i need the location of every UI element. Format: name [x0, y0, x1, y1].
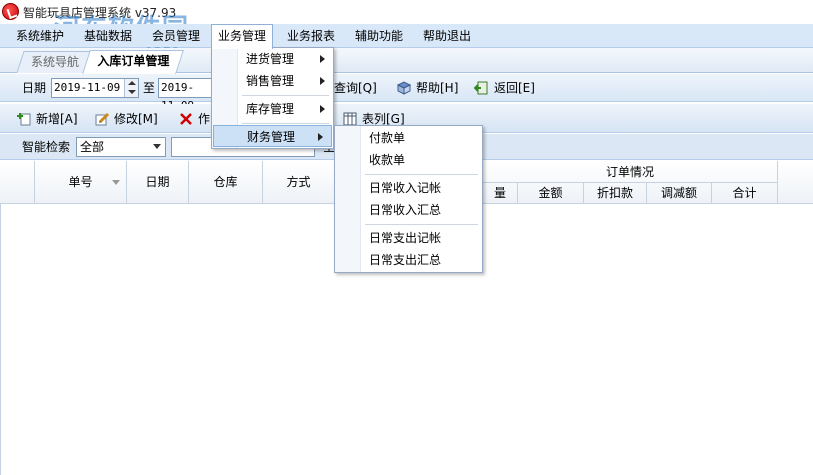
date-label: 日期: [22, 81, 47, 95]
tab-inbound-order-management[interactable]: 入库订单管理: [82, 50, 184, 74]
back-button[interactable]: 返回[E]: [474, 78, 535, 98]
menu-item-receipt-voucher[interactable]: 收款单: [335, 149, 482, 171]
search-scope-select[interactable]: 全部: [76, 137, 166, 157]
edit-pencil-icon: [95, 112, 110, 126]
menu-separator: [242, 95, 329, 96]
date-toolbar: 日期 2019-11-09 至 2019-11-09 查询[Q] 帮助[H] 返…: [0, 74, 813, 112]
menu-separator: [365, 224, 478, 225]
menu-separator: [242, 123, 329, 124]
edit-button[interactable]: 修改[M]: [94, 109, 158, 129]
submenu-arrow-icon: [318, 133, 323, 141]
search-label: 智能检索: [22, 140, 71, 154]
title-bar: 智能玩具店管理系统 v37.93 河东软件园: [0, 0, 813, 44]
finance-management-submenu: 付款单 收款单 日常收入记帐 日常收入汇总 日常支出记帐 日常支出汇总: [334, 125, 483, 273]
menu-item-daily-income-entry[interactable]: 日常收入记帐: [335, 177, 482, 199]
business-management-menu: 进货管理 销售管理 库存管理 财务管理: [211, 47, 334, 149]
delete-button[interactable]: 作: [178, 109, 210, 129]
date-to-picker[interactable]: 2019-11-09: [158, 78, 214, 112]
grid-header-discount[interactable]: 折扣款: [584, 183, 647, 204]
add-icon: [17, 113, 31, 126]
exit-door-icon: [474, 81, 488, 95]
date-from-spinner[interactable]: [124, 79, 138, 97]
tab-system-navigation[interactable]: 系统导航: [16, 51, 94, 73]
menu-item-finance-management[interactable]: 财务管理: [213, 125, 332, 147]
menu-help-exit[interactable]: 帮助退出: [417, 24, 477, 48]
grid-header-order-number[interactable]: 单号: [35, 161, 127, 204]
menu-item-payment-voucher[interactable]: 付款单: [335, 127, 482, 149]
help-button[interactable]: 帮助[H]: [396, 78, 458, 98]
chevron-down-icon: [153, 144, 161, 149]
menu-system-maintenance[interactable]: 系统维护: [10, 24, 70, 48]
add-button[interactable]: 新增[A]: [16, 109, 78, 129]
menu-item-daily-income-summary[interactable]: 日常收入汇总: [335, 199, 482, 221]
grid-header-method[interactable]: 方式: [263, 161, 335, 204]
submenu-arrow-icon: [320, 55, 325, 63]
grid-header-order-summary: 订单情况: [483, 161, 778, 183]
grid-header-amount[interactable]: 金额: [518, 183, 584, 204]
help-book-icon: [396, 81, 412, 95]
submenu-arrow-icon: [320, 77, 325, 85]
date-from-picker[interactable]: 2019-11-09: [51, 78, 139, 98]
menu-item-daily-expense-entry[interactable]: 日常支出记帐: [335, 227, 482, 249]
grid-header-reduction[interactable]: 调减额: [647, 183, 712, 204]
menu-item-daily-expense-summary[interactable]: 日常支出汇总: [335, 249, 482, 271]
date-to-label: 至: [143, 81, 156, 95]
sort-arrow-icon: [112, 180, 120, 185]
delete-x-icon: [180, 113, 192, 125]
menu-item-purchase-management[interactable]: 进货管理: [212, 48, 333, 70]
menu-business-reports[interactable]: 业务报表: [281, 24, 341, 48]
menu-auxiliary-functions[interactable]: 辅助功能: [349, 24, 409, 48]
menu-business-management[interactable]: 业务管理: [211, 24, 274, 49]
grid-header-rownum: [0, 161, 35, 204]
grid-header-date[interactable]: 日期: [127, 161, 189, 204]
grid-left-border: [0, 204, 1, 475]
menu-item-inventory-management[interactable]: 库存管理: [212, 98, 333, 120]
grid-header-warehouse[interactable]: 仓库: [189, 161, 263, 204]
grid-header-quantity[interactable]: 量: [483, 183, 518, 204]
app-logo-icon: [2, 3, 19, 20]
tab-bar: 系统导航 入库订单管理: [0, 48, 813, 74]
menu-separator: [365, 174, 478, 175]
grid-header-total[interactable]: 合计: [712, 183, 778, 204]
submenu-arrow-icon: [320, 105, 325, 113]
menu-item-sales-management[interactable]: 销售管理: [212, 70, 333, 92]
